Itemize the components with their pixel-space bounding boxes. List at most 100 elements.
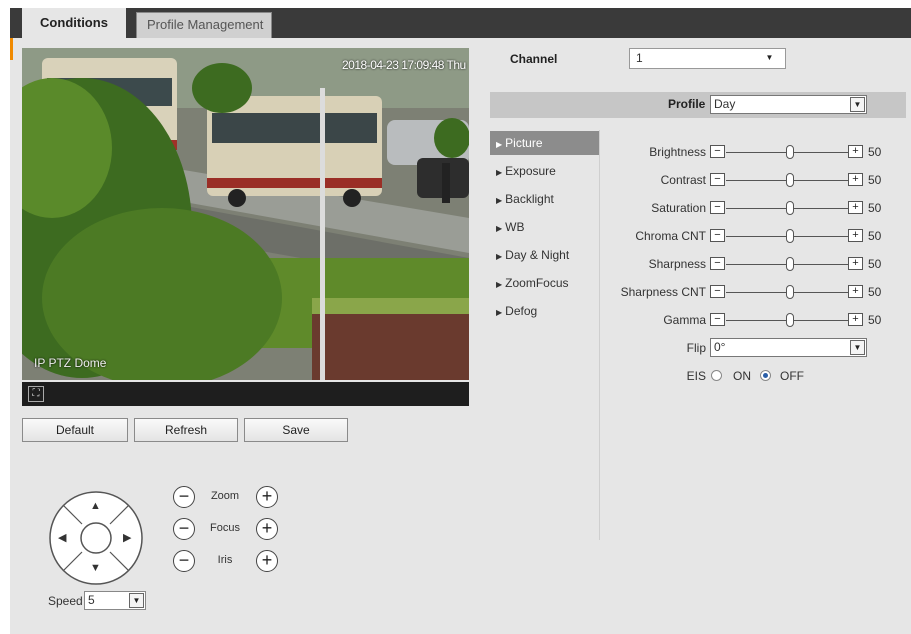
- caret-right-icon: ▶: [496, 308, 503, 317]
- save-button[interactable]: Save: [244, 418, 348, 442]
- slider-label: Chroma CNT: [635, 229, 706, 243]
- speed-label: Speed: [48, 594, 83, 608]
- zoom-label: Zoom: [210, 490, 240, 502]
- slider-thumb[interactable]: [786, 145, 794, 159]
- caret-right-icon: ▶: [496, 168, 503, 177]
- caret-right-icon: ▶: [496, 252, 503, 261]
- speed-value: 5: [88, 593, 95, 607]
- increase-button[interactable]: +: [848, 285, 863, 298]
- flip-value: 0°: [714, 340, 726, 354]
- slider-thumb[interactable]: [786, 229, 794, 243]
- profile-label: Profile: [668, 97, 706, 111]
- ptz-direction-pad: ▲ ▼ ◀ ▶: [48, 490, 144, 586]
- slider-thumb[interactable]: [786, 257, 794, 271]
- slider-thumb[interactable]: [786, 285, 794, 299]
- video-toolbar: ⛶: [22, 382, 469, 406]
- caret-right-icon: ▶: [496, 224, 503, 233]
- fullscreen-icon[interactable]: ⛶: [28, 386, 44, 402]
- ptz-right-icon[interactable]: ▶: [123, 531, 131, 544]
- menu-item-defog[interactable]: ▶ Defog: [490, 299, 599, 323]
- slider-value: 50: [868, 313, 882, 327]
- menu-item-label: Day & Night: [505, 248, 570, 262]
- accent-marker: [10, 38, 13, 60]
- slider-value: 50: [868, 229, 882, 243]
- menu-item-label: Picture: [505, 136, 543, 150]
- iris-label: Iris: [217, 554, 233, 566]
- tab-conditions[interactable]: Conditions: [22, 8, 126, 38]
- menu-item-exposure[interactable]: ▶ Exposure: [490, 159, 599, 183]
- eis-on-radio[interactable]: [711, 370, 722, 381]
- menu-item-label: WB: [505, 220, 525, 234]
- osd-camera-name: IP PTZ Dome: [34, 356, 107, 370]
- slider-label: Saturation: [651, 201, 706, 215]
- ptz-left-icon[interactable]: ◀: [58, 531, 66, 544]
- slider-value: 50: [868, 173, 882, 187]
- iris-plus-button[interactable]: +: [256, 550, 278, 572]
- menu-item-backlight[interactable]: ▶ Backlight: [490, 187, 599, 211]
- decrease-button[interactable]: −: [710, 145, 725, 158]
- ptz-down-icon[interactable]: ▼: [90, 562, 101, 574]
- zoom-minus-button[interactable]: −: [173, 486, 195, 508]
- menu-item-picture[interactable]: ▶ Picture: [490, 131, 599, 155]
- osd-timestamp: 2018-04-23 17:09:48 Thu: [342, 58, 466, 72]
- decrease-button[interactable]: −: [710, 257, 725, 270]
- increase-button[interactable]: +: [848, 313, 863, 326]
- slider-thumb[interactable]: [786, 173, 794, 187]
- slider-label: Contrast: [660, 173, 706, 187]
- flip-select[interactable]: 0° ▼: [710, 338, 867, 357]
- slider-value: 50: [868, 285, 882, 299]
- menu-item-label: Defog: [505, 304, 538, 318]
- caret-right-icon: ▶: [496, 196, 503, 205]
- default-button[interactable]: Default: [22, 418, 128, 442]
- zoom-plus-button[interactable]: +: [256, 486, 278, 508]
- menu-item-label: Backlight: [505, 192, 554, 206]
- slider-value: 50: [868, 201, 882, 215]
- increase-button[interactable]: +: [848, 229, 863, 242]
- slider-value: 50: [868, 257, 882, 271]
- slider-value: 50: [868, 145, 882, 159]
- channel-value: 1: [636, 51, 643, 65]
- slider-thumb[interactable]: [786, 201, 794, 215]
- profile-select[interactable]: Day ▼: [710, 95, 867, 114]
- slider-label: Gamma: [663, 313, 706, 327]
- increase-button[interactable]: +: [848, 145, 863, 158]
- increase-button[interactable]: +: [848, 257, 863, 270]
- chevron-down-icon: ▼: [850, 97, 865, 112]
- chevron-down-icon: ▼: [129, 593, 144, 608]
- ptz-center-button[interactable]: [82, 524, 110, 552]
- eis-off-radio[interactable]: [760, 370, 771, 381]
- eis-label: EIS: [686, 369, 706, 383]
- increase-button[interactable]: +: [848, 201, 863, 214]
- focus-plus-button[interactable]: +: [256, 518, 278, 540]
- slider-label: Sharpness: [648, 257, 706, 271]
- slider-thumb[interactable]: [786, 313, 794, 327]
- ptz-up-icon[interactable]: ▲: [90, 500, 101, 512]
- decrease-button[interactable]: −: [710, 285, 725, 298]
- slider-label: Brightness: [649, 145, 706, 159]
- menu-item-wb[interactable]: ▶ WB: [490, 215, 599, 239]
- menu-item-day-night[interactable]: ▶ Day & Night: [490, 243, 599, 267]
- video-scene: [22, 48, 469, 380]
- decrease-button[interactable]: −: [710, 173, 725, 186]
- menu-item-label: ZoomFocus: [505, 276, 569, 290]
- menu-item-zoomfocus[interactable]: ▶ ZoomFocus: [490, 271, 599, 295]
- iris-minus-button[interactable]: −: [173, 550, 195, 572]
- video-preview[interactable]: 2018-04-23 17:09:48 Thu IP PTZ Dome: [22, 48, 469, 380]
- increase-button[interactable]: +: [848, 173, 863, 186]
- focus-label: Focus: [210, 522, 240, 534]
- decrease-button[interactable]: −: [710, 229, 725, 242]
- flip-label: Flip: [686, 341, 706, 355]
- focus-minus-button[interactable]: −: [173, 518, 195, 540]
- chevron-down-icon: ▼: [850, 340, 865, 355]
- channel-select[interactable]: 1 ▼: [629, 48, 786, 69]
- tab-profile-management[interactable]: Profile Management: [136, 12, 272, 38]
- menu-divider: [599, 130, 600, 540]
- speed-select[interactable]: 5 ▼: [84, 591, 146, 610]
- decrease-button[interactable]: −: [710, 201, 725, 214]
- tab-bar: Conditions Profile Management: [10, 8, 911, 38]
- chevron-down-icon: ▼: [765, 53, 774, 62]
- refresh-button[interactable]: Refresh: [134, 418, 238, 442]
- decrease-button[interactable]: −: [710, 313, 725, 326]
- caret-right-icon: ▶: [496, 140, 503, 149]
- channel-label: Channel: [510, 52, 558, 66]
